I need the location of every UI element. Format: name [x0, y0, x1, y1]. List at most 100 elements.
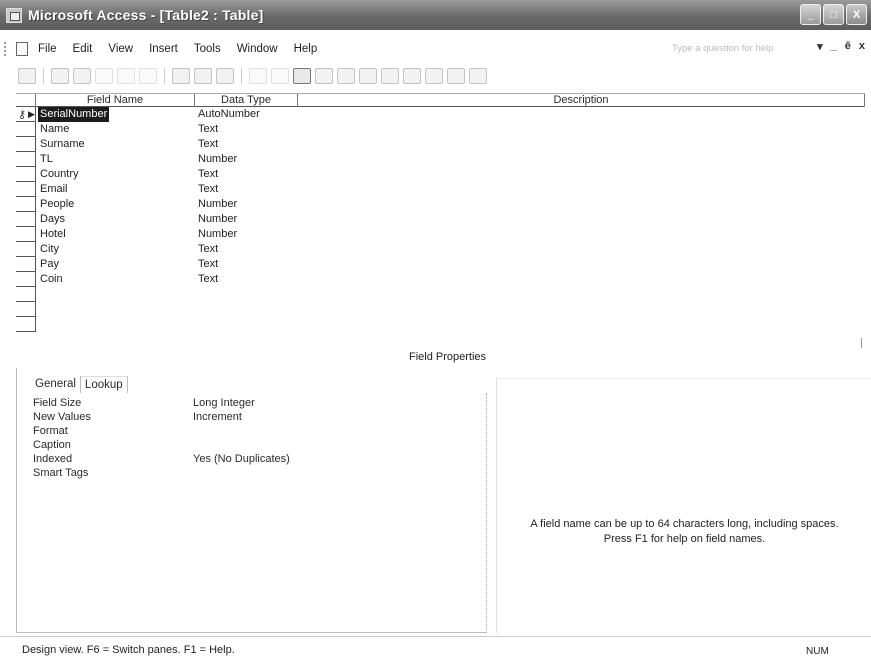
help-icon[interactable] [469, 68, 487, 84]
field-name-cell[interactable]: Coin [40, 272, 63, 287]
field-name-cell[interactable]: Days [40, 212, 65, 227]
indexes-icon[interactable] [315, 68, 333, 84]
data-type-cell[interactable]: Text [198, 257, 218, 272]
data-type-cell[interactable]: Text [198, 272, 218, 287]
empty-field-row[interactable] [16, 287, 865, 302]
row-selector[interactable] [16, 167, 36, 182]
grid-scrollbar[interactable] [861, 338, 865, 348]
field-row[interactable]: TL Number [16, 152, 865, 167]
row-selector[interactable] [16, 302, 36, 317]
close-button[interactable]: X [846, 4, 867, 25]
row-selector[interactable] [16, 137, 36, 152]
row-selector[interactable] [16, 317, 36, 332]
field-row[interactable]: Email Text [16, 182, 865, 197]
menu-grip[interactable] [4, 42, 14, 56]
property-row[interactable]: Smart Tags [33, 466, 483, 480]
field-name-cell[interactable]: City [40, 242, 59, 257]
data-type-cell[interactable]: Number [198, 197, 237, 212]
cut-icon[interactable] [172, 68, 190, 84]
field-name-cell[interactable]: SerialNumber [38, 107, 110, 122]
property-row[interactable]: Format [33, 424, 483, 438]
insert-rows-icon[interactable] [337, 68, 355, 84]
paste-icon[interactable] [216, 68, 234, 84]
row-selector[interactable]: ⚷ ▶ [16, 107, 36, 122]
row-selector[interactable] [16, 212, 36, 227]
menu-insert[interactable]: Insert [149, 43, 178, 55]
menu-file[interactable]: File [38, 43, 57, 55]
copy-icon[interactable] [194, 68, 212, 84]
delete-rows-icon[interactable] [359, 68, 377, 84]
row-selector[interactable] [16, 257, 36, 272]
minimize-button[interactable]: _ [800, 4, 821, 25]
menu-help[interactable]: Help [294, 43, 318, 55]
data-type-cell[interactable]: Number [198, 212, 237, 227]
field-row[interactable]: ⚷ ▶ SerialNumber AutoNumber [16, 107, 865, 122]
row-selector[interactable] [16, 242, 36, 257]
empty-field-row[interactable] [16, 302, 865, 317]
row-selector[interactable] [16, 227, 36, 242]
undo-icon[interactable] [249, 68, 267, 84]
field-row[interactable]: Pay Text [16, 257, 865, 272]
properties-icon[interactable] [381, 68, 399, 84]
data-type-cell[interactable]: Text [198, 137, 218, 152]
field-name-cell[interactable]: Surname [40, 137, 85, 152]
row-selector[interactable] [16, 182, 36, 197]
save-icon[interactable] [51, 68, 69, 84]
menu-tools[interactable]: Tools [194, 43, 221, 55]
field-row[interactable]: Country Text [16, 167, 865, 182]
field-row[interactable]: Days Number [16, 212, 865, 227]
property-row[interactable]: Indexed Yes (No Duplicates) [33, 452, 483, 466]
data-type-cell[interactable]: Number [198, 227, 237, 242]
database-window-icon[interactable] [425, 68, 443, 84]
properties-scrollbar[interactable] [486, 393, 488, 633]
field-row[interactable]: Hotel Number [16, 227, 865, 242]
menu-view[interactable]: View [108, 43, 133, 55]
build-icon[interactable] [403, 68, 421, 84]
document-icon[interactable] [16, 42, 28, 56]
field-name-cell[interactable]: Email [40, 182, 68, 197]
row-selector[interactable] [16, 122, 36, 137]
maximize-button[interactable]: □ [823, 4, 844, 25]
access-app-icon[interactable] [6, 7, 22, 23]
data-type-cell[interactable]: AutoNumber [198, 107, 260, 122]
spelling-icon[interactable] [139, 68, 157, 84]
property-row[interactable]: New Values Increment [33, 410, 483, 424]
field-name-cell[interactable]: People [40, 197, 74, 212]
field-row[interactable]: City Text [16, 242, 865, 257]
row-selector[interactable] [16, 197, 36, 212]
property-value[interactable]: Increment [193, 410, 242, 424]
print-preview-icon[interactable] [117, 68, 135, 84]
field-row[interactable]: People Number [16, 197, 865, 212]
data-type-cell[interactable]: Text [198, 167, 218, 182]
help-question-input[interactable]: Type a question for help [667, 40, 799, 57]
property-value[interactable]: Long Integer [193, 396, 255, 410]
property-value[interactable]: Yes (No Duplicates) [193, 452, 290, 466]
field-row[interactable]: Surname Text [16, 137, 865, 152]
new-object-icon[interactable] [447, 68, 465, 84]
row-selector[interactable] [16, 152, 36, 167]
view-icon[interactable] [18, 68, 36, 84]
field-name-cell[interactable]: Pay [40, 257, 59, 272]
field-name-cell[interactable]: Name [40, 122, 69, 137]
doc-restore-button[interactable]: ē [845, 40, 851, 53]
data-type-cell[interactable]: Text [198, 242, 218, 257]
tab-lookup[interactable]: Lookup [80, 376, 128, 393]
row-selector[interactable] [16, 272, 36, 287]
doc-minimize-button[interactable]: _ [831, 40, 837, 53]
row-selector[interactable] [16, 287, 36, 302]
print-icon[interactable] [95, 68, 113, 84]
data-type-cell[interactable]: Number [198, 152, 237, 167]
menu-edit[interactable]: Edit [73, 43, 93, 55]
help-dropdown-icon[interactable]: ▾ [817, 40, 823, 53]
menu-window[interactable]: Window [237, 43, 278, 55]
data-type-cell[interactable]: Text [198, 182, 218, 197]
empty-field-row[interactable] [16, 317, 865, 332]
field-row[interactable]: Coin Text [16, 272, 865, 287]
doc-close-button[interactable]: x [859, 40, 865, 53]
search-icon[interactable] [73, 68, 91, 84]
field-name-cell[interactable]: TL [40, 152, 53, 167]
row-selector-header[interactable] [16, 94, 36, 107]
field-name-cell[interactable]: Hotel [40, 227, 66, 242]
primary-key-icon[interactable] [293, 68, 311, 84]
field-row[interactable]: Name Text [16, 122, 865, 137]
